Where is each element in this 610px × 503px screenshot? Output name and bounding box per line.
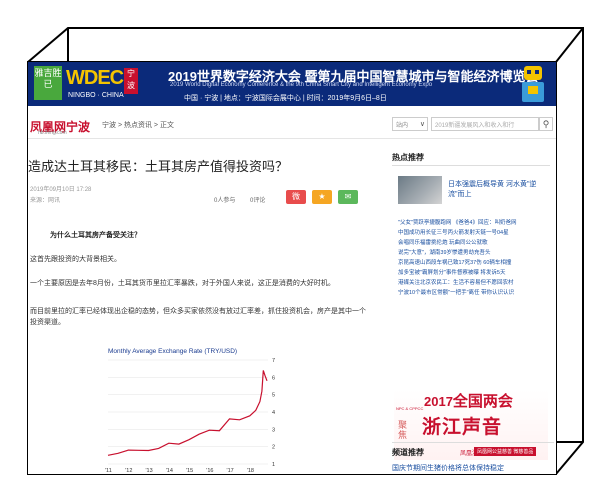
chevron-down-icon: ∨ — [419, 121, 425, 128]
channel-heading: 频道推荐 — [392, 448, 424, 457]
channel-tag[interactable]: 凤凰网公益慈善 微慈善品 — [474, 447, 537, 456]
paragraph-3: 而目前里拉的汇率已经体现出企稳的态势，但众多买家依然没有放过汇率差，抓住投资机会… — [30, 308, 366, 326]
section-heading: 为什么土耳其房产备受关注？ — [50, 232, 141, 239]
ad-year: 2017 — [424, 394, 453, 409]
site-scope-select[interactable]: 站内 ∨ — [392, 117, 428, 131]
qzone-share-icon[interactable]: ★ — [312, 190, 332, 204]
hot-link[interactable]: "父女"贾跃亭捷腹跑网 《爸爸4》回应：叫奶爸网 — [398, 218, 556, 228]
hot-link[interactable]: 港媒关注北京农民工：生活不容易但不愿回农村 — [398, 278, 556, 288]
x-tick-label: '18 — [247, 468, 254, 474]
site-nav: 凤凰网宁波 nb.ifeng.com 宁波 > 热点资讯 > 正文 站内 ∨ 2… — [28, 112, 556, 139]
robot-illustration — [522, 66, 544, 102]
paragraph-2: 一个主要原因是去年8月份，土耳其货币里拉汇率暴跌，对于外国人来说，这正是消费的大… — [30, 280, 335, 287]
hot-link[interactable]: 会唱同乐福雷挑伦炮 玩曲同公公就歌 — [398, 238, 556, 248]
ifeng-url: nb.ifeng.com — [38, 130, 67, 136]
banner-info: 中国 · 宁波 | 地点：宁波国际会展中心 | 时间：2019年9月6日–8日 — [184, 95, 387, 102]
x-tick-label: '11 — [105, 468, 112, 474]
banner-english-title: 2019 World Digital Economy Conference & … — [170, 82, 433, 88]
y-tick-label: 3 — [272, 427, 275, 433]
x-tick-label: '12 — [125, 468, 132, 474]
x-tick-label: '15 — [186, 468, 193, 474]
comments-count[interactable]: 0评论 — [250, 195, 265, 204]
sidebar: 热点推荐 日本强震后概导黄 河水黄"逆流"而上 "父女"贾跃亭捷腹跑网 《爸爸4… — [392, 152, 556, 474]
article-date: 2019年09月10日 17:28 — [30, 187, 92, 193]
banner-left-logo: 雅吉胜已 — [34, 66, 62, 100]
x-tick-label: '14 — [166, 468, 173, 474]
x-tick-label: '16 — [206, 468, 213, 474]
hot-link[interactable]: 加多宝被"霸屏划分"事件督察被曝 将发诉5天 — [398, 268, 556, 278]
search-input[interactable]: 2019新疆发展风入和收入和行 — [431, 117, 539, 131]
ad-big-text: 浙江声音 — [422, 417, 503, 438]
y-tick-label: 4 — [272, 410, 275, 416]
chart-title: Monthly Average Exchange Rate (TRY/USD) — [108, 348, 237, 355]
paragraph-1: 这首先跟投资的大背景相关。 — [30, 256, 121, 263]
wdec-badge: 宁波 — [124, 68, 138, 94]
web-page: 雅吉胜已 WDEC NINGBO · CHINA 宁波 2019世界数字经济大会… — [28, 62, 556, 474]
search-icon[interactable]: ⚲ — [539, 117, 553, 131]
site-scope-value: 站内 — [396, 123, 409, 129]
y-tick-label: 2 — [272, 445, 275, 451]
comments-text: 0评论 — [250, 198, 266, 204]
wdec-logo: WDEC — [66, 67, 124, 89]
y-tick-label: 5 — [272, 393, 275, 399]
featured-headline[interactable]: 日本强震后概导黄 河水黄"逆流"而上 — [448, 180, 548, 200]
article-source: 来源：网讯 — [30, 198, 61, 204]
x-tick-label: '13 — [146, 468, 153, 474]
article-title: 造成达土耳其移民：土耳其房产值得投资吗？ — [28, 159, 289, 174]
y-tick-label: 6 — [272, 375, 275, 381]
hot-link[interactable]: 说完"大意"，湖南39岁惨遭男劫充吾头 — [398, 248, 556, 258]
channel-recommend: 频道推荐 凤凰网公益慈善 微慈善品 国庆节期间生猪价格将总体保持稳定 — [392, 442, 554, 472]
wechat-share-icon[interactable]: ✉ — [338, 190, 358, 204]
channel-link[interactable]: 国庆节期间生猪价格将总体保持稳定 — [392, 463, 504, 473]
exchange-rate-chart: Monthly Average Exchange Rate (TRY/USD) … — [105, 348, 275, 474]
participants-count[interactable]: 0人参与 — [214, 195, 235, 204]
ad-side-text: 聚焦 — [398, 420, 408, 440]
ad-small-text: NPC & CPPCC — [396, 406, 424, 411]
hot-links-list: "父女"贾跃亭捷腹跑网 《爸爸4》回应：叫奶爸网 中国成功用长征三号丙火箭发射天… — [398, 218, 556, 298]
ad-title: 2017全国两会 — [424, 390, 513, 411]
sidebar-heading: 热点推荐 — [392, 152, 550, 166]
chart-grid — [108, 359, 268, 465]
x-tick-label: '17 — [227, 468, 234, 474]
expo-banner[interactable]: 雅吉胜已 WDEC NINGBO · CHINA 宁波 2019世界数字经济大会… — [28, 62, 556, 106]
chart-series-line — [107, 370, 268, 456]
hot-link[interactable]: 宁波10个最市区常额"一把手"离任 带你认识认识 — [398, 288, 556, 298]
y-tick-label: 7 — [272, 358, 275, 364]
breadcrumb[interactable]: 宁波 > 热点资讯 > 正文 — [102, 120, 174, 130]
participants-text: 0人参与 — [214, 198, 236, 204]
featured-thumbnail[interactable] — [398, 176, 442, 204]
y-tick-label: 1 — [272, 462, 275, 468]
wdec-subtitle: NINGBO · CHINA — [68, 92, 124, 99]
ad-title-text: 全国两会 — [452, 393, 513, 410]
hot-link[interactable]: 京昆高速山西段车祸已致17死37伤 60辆车相撞 — [398, 258, 556, 268]
hot-link[interactable]: 中国成功用长征三号丙火箭发射天链一号04星 — [398, 228, 556, 238]
weibo-share-icon[interactable]: 微 — [286, 190, 306, 204]
